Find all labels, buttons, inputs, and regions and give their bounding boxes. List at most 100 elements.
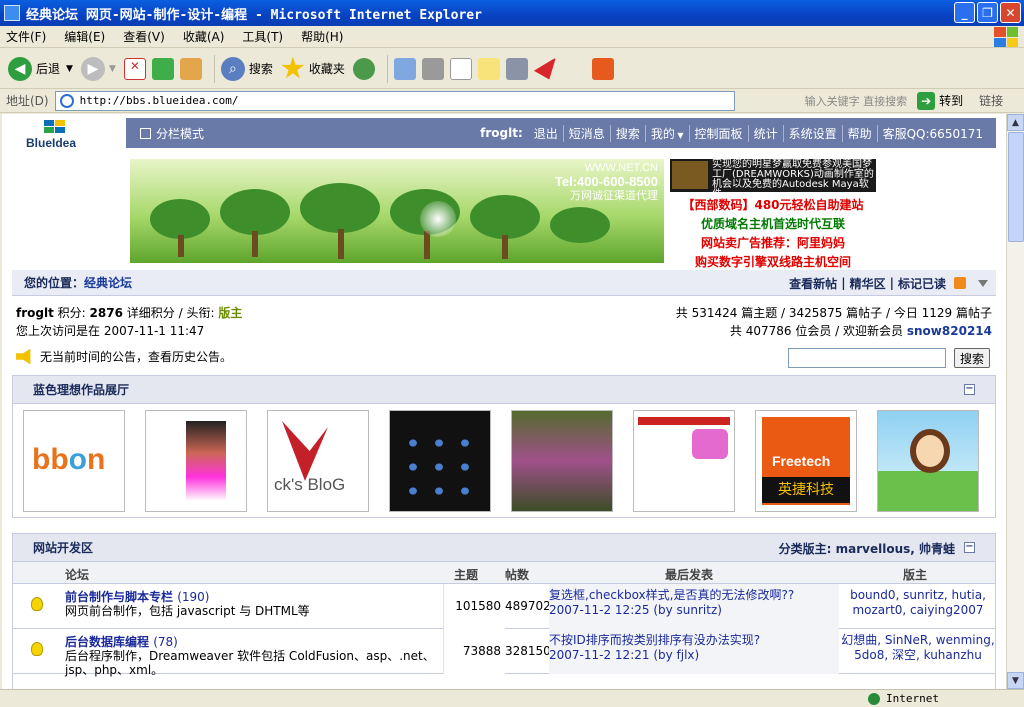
vertical-scrollbar[interactable]: ▲ ▼	[1006, 114, 1024, 689]
text-ad-link[interactable]: 网站卖广告推荐：阿里妈妈	[670, 234, 876, 253]
gallery-title: 蓝色理想作品展厅	[33, 383, 130, 397]
nav-my-label: 我的	[650, 126, 675, 141]
menu-bar: 文件(F) 编辑(E) 查看(V) 收藏(A) 工具(T) 帮助(H)	[0, 26, 1024, 48]
moderator-links[interactable]: bound0, sunritz, hutia,	[839, 588, 997, 603]
back-arrow-icon: ◀	[8, 56, 32, 81]
home-icon[interactable]	[179, 57, 202, 80]
menu-help[interactable]: 帮助(H)	[301, 28, 343, 45]
text-ad-link[interactable]: 【西部数码】480元轻松自助建站	[670, 196, 876, 215]
links-button[interactable]: 链接	[979, 92, 1003, 109]
gallery-thumb-bbon[interactable]: bbon	[23, 410, 125, 512]
chevron-down-icon[interactable]: ▼	[109, 64, 116, 74]
forum-section-title: 网站开发区	[33, 541, 94, 555]
scroll-down-icon[interactable]: ▼	[1007, 672, 1024, 689]
ad-image-text: 实现您的明星梦赢取免费参观美国梦工厂(DREAMWORKS)动画制作室的机会以及…	[712, 159, 874, 193]
forward-button[interactable]: ▶ ▼	[80, 56, 116, 81]
menu-file[interactable]: 文件(F)	[6, 28, 46, 45]
nav-help[interactable]: 帮助	[841, 124, 877, 142]
print-icon[interactable]	[421, 57, 444, 80]
moderator-links[interactable]: mozart0, caiying2007	[839, 603, 997, 618]
gallery-thumb-flowers[interactable]	[511, 410, 613, 512]
nav-support-qq[interactable]: 客服QQ:6650171	[876, 124, 988, 142]
stop-icon[interactable]: ✕	[123, 57, 146, 80]
forum-moderators: bound0, sunritz, hutia, mozart0, caiying…	[839, 584, 997, 629]
digest-link[interactable]: 精华区	[850, 275, 886, 292]
last-post-link[interactable]: 复选框,checkbox样式,是否真的无法修改啊??	[549, 588, 839, 603]
search-input[interactable]	[788, 348, 946, 368]
last-post-meta[interactable]: 2007-11-2 12:21 (by fjlx)	[549, 648, 839, 663]
favorites-button[interactable]: 收藏夹	[281, 56, 345, 81]
download-icon[interactable]	[591, 57, 614, 80]
last-post-link[interactable]: 不按ID排序而按类别排序有没办法实现?	[549, 633, 839, 648]
announcement-text[interactable]: 无当前时间的公告，查看历史公告。	[40, 348, 232, 365]
detail-points-link[interactable]: 详细积分 / 头衔:	[127, 306, 215, 320]
forum-link[interactable]: 后台数据库编程	[65, 635, 149, 649]
collapse-icon[interactable]: −	[964, 542, 975, 553]
gallery-thumb-freetech[interactable]: Freetech 英捷科技	[755, 410, 857, 512]
maximize-button[interactable]: ❐	[977, 2, 998, 23]
site-header: BlueIdea 分栏模式 froglt: 退出 短消息 搜索 我的 ▼ 控制面…	[12, 118, 996, 152]
mail-icon[interactable]	[393, 57, 416, 80]
points-value: 2876	[89, 306, 123, 320]
menu-tools[interactable]: 工具(T)	[242, 28, 283, 45]
moderator-links[interactable]: 幻想曲, SinNeR, wenming,	[839, 633, 997, 648]
last-visit: 您上次访问是在 2007-11-1 11:47	[16, 324, 205, 338]
minimize-button[interactable]: _	[954, 2, 975, 23]
messenger-icon[interactable]	[505, 57, 528, 80]
search-submit-button[interactable]: 搜索	[954, 348, 990, 368]
go-button[interactable]: ➔ 转到	[917, 91, 963, 110]
thumb-art	[282, 421, 328, 481]
view-new-posts-link[interactable]: 查看新帖	[789, 275, 837, 292]
close-button[interactable]: ✕	[1000, 2, 1021, 23]
tree	[550, 207, 610, 243]
refresh-icon[interactable]	[151, 57, 174, 80]
blueidea-logo[interactable]: BlueIdea	[12, 118, 112, 152]
menu-view[interactable]: 查看(V)	[123, 28, 165, 45]
address-input[interactable]: http://bbs.blueidea.com/	[54, 90, 735, 111]
nav-my[interactable]: 我的 ▼	[644, 124, 689, 142]
nav-control-panel[interactable]: 控制面板	[688, 124, 748, 142]
forum-link[interactable]: 前台制作与脚本专栏	[65, 590, 173, 604]
edit-icon[interactable]	[449, 57, 472, 80]
dreamworks-ad[interactable]: 实现您的明星梦赢取免费参观美国梦工厂(DREAMWORKS)动画制作室的机会以及…	[670, 159, 876, 192]
ad-logo	[672, 161, 708, 189]
mark-read-link[interactable]: 标记已读	[898, 275, 946, 292]
moderator-links[interactable]: 5do8, 深空, kuhanzhu	[839, 648, 997, 663]
menu-favorites[interactable]: 收藏(A)	[183, 28, 225, 45]
flashget-icon[interactable]	[533, 57, 556, 80]
gallery-thumb-phone-icons[interactable]	[389, 410, 491, 512]
nav-messages[interactable]: 短消息	[562, 124, 610, 142]
user-name[interactable]: froglt	[16, 306, 54, 320]
nav-search[interactable]: 搜索	[609, 124, 645, 142]
split-mode-link[interactable]: 分栏模式	[140, 125, 204, 142]
last-post-meta[interactable]: 2007-11-2 12:25 (by sunritz)	[549, 603, 839, 618]
back-button[interactable]: ◀ 后退 ▼	[8, 56, 73, 81]
banner-ad[interactable]: WWW.NET.CN Tel:400-600-8500 万网诚征渠道代理	[130, 159, 664, 263]
scroll-thumb[interactable]	[1008, 132, 1024, 242]
nav-logout[interactable]: 退出	[529, 125, 563, 142]
chevron-down-icon[interactable]: ▼	[66, 64, 73, 74]
nav-stats[interactable]: 统计	[747, 124, 783, 142]
nav-settings[interactable]: 系统设置	[782, 124, 842, 142]
username[interactable]: froglt:	[480, 126, 523, 140]
gallery-thumb-illustration[interactable]	[145, 410, 247, 512]
thumb-art	[910, 429, 950, 473]
gallery-thumb-ck-blog[interactable]: ck's BloG	[267, 410, 369, 512]
window-title: 经典论坛 网页-网站-制作-设计-编程 - Microsoft Internet…	[26, 7, 482, 23]
collapse-arrow-icon[interactable]	[978, 279, 988, 287]
discuss-icon[interactable]	[477, 57, 500, 80]
logo-text: BlueIdea	[26, 136, 77, 150]
scroll-up-icon[interactable]: ▲	[1007, 114, 1024, 131]
thumb-logo: bbon	[32, 443, 106, 476]
gallery-thumb-web-layout[interactable]	[633, 410, 735, 512]
breadcrumb-home-link[interactable]: 经典论坛	[84, 274, 132, 291]
gallery-thumb-cartoon-girl[interactable]	[877, 410, 979, 512]
tree	[470, 195, 540, 239]
search-button[interactable]: ⌕ 搜索	[220, 56, 273, 81]
rss-icon[interactable]	[954, 277, 966, 289]
collapse-icon[interactable]: −	[964, 384, 975, 395]
history-icon[interactable]	[352, 57, 375, 80]
menu-edit[interactable]: 编辑(E)	[64, 28, 105, 45]
text-ad-link[interactable]: 优质域名主机首选时代互联	[670, 215, 876, 234]
new-member-link[interactable]: snow820214	[907, 324, 992, 338]
